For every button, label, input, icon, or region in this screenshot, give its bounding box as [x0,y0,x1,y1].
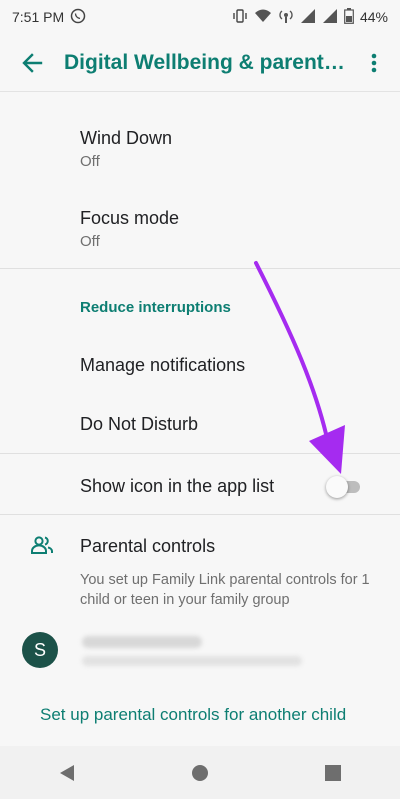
more-options-button[interactable] [348,34,400,92]
nav-back-icon [59,764,74,781]
blurred-account-email [82,656,302,666]
nav-home-button[interactable] [170,746,230,799]
show-icon-toggle[interactable] [326,476,362,498]
child-account-row[interactable]: S [22,632,362,672]
nav-recents-icon [325,764,342,781]
parental-controls-icon [30,535,54,560]
parental-controls-item[interactable]: Parental controls [80,536,380,557]
status-bar: 7:51 PM 44% [0,0,400,34]
wind-down-item[interactable]: Wind Down Off [80,128,380,170]
show-icon-label: Show icon in the app list [80,476,275,496]
do-not-disturb-label: Do Not Disturb [80,414,199,434]
parental-controls-title: Parental controls [80,536,216,556]
signal-2-icon [322,8,338,27]
divider [0,453,400,454]
wind-down-title: Wind Down [80,128,173,148]
app-bar: Digital Wellbeing & parental controls [0,34,400,92]
nav-back-button[interactable] [37,746,97,799]
wind-down-status: Off [80,153,100,170]
page-title: Digital Wellbeing & parental controls [64,50,348,74]
focus-mode-item[interactable]: Focus mode Off [80,208,380,250]
focus-mode-status: Off [80,233,100,250]
do-not-disturb-item[interactable]: Do Not Disturb [80,414,380,435]
nav-home-icon [191,764,208,781]
status-time: 7:51 PM [12,9,65,25]
section-header-reduce-interruptions: Reduce interruptions [80,299,231,316]
back-arrow-icon [22,52,43,73]
divider [0,514,400,515]
divider [0,268,400,269]
setup-parental-controls-link[interactable]: Set up parental controls for another chi… [40,705,346,725]
nav-bar [0,746,400,799]
avatar: S [22,632,58,668]
signal-icon [300,8,316,27]
whatsapp-icon [70,8,86,27]
battery-icon [344,7,354,27]
nav-recents-button[interactable] [303,746,363,799]
toggle-thumb [326,476,348,498]
more-vert-icon [371,53,377,72]
show-icon-item[interactable]: Show icon in the app list [80,476,310,497]
manage-notifications-item[interactable]: Manage notifications [80,355,380,376]
hotspot-icon [278,8,294,27]
manage-notifications-label: Manage notifications [80,355,246,375]
blurred-account-name [82,636,202,648]
parental-controls-description: You set up Family Link parental controls… [80,572,370,608]
battery-level: 44% [359,9,388,25]
focus-mode-title: Focus mode [80,208,180,228]
wifi-icon [254,8,272,27]
vibrate-icon [232,8,248,27]
back-button[interactable] [0,34,64,92]
annotation-arrow [254,261,345,474]
